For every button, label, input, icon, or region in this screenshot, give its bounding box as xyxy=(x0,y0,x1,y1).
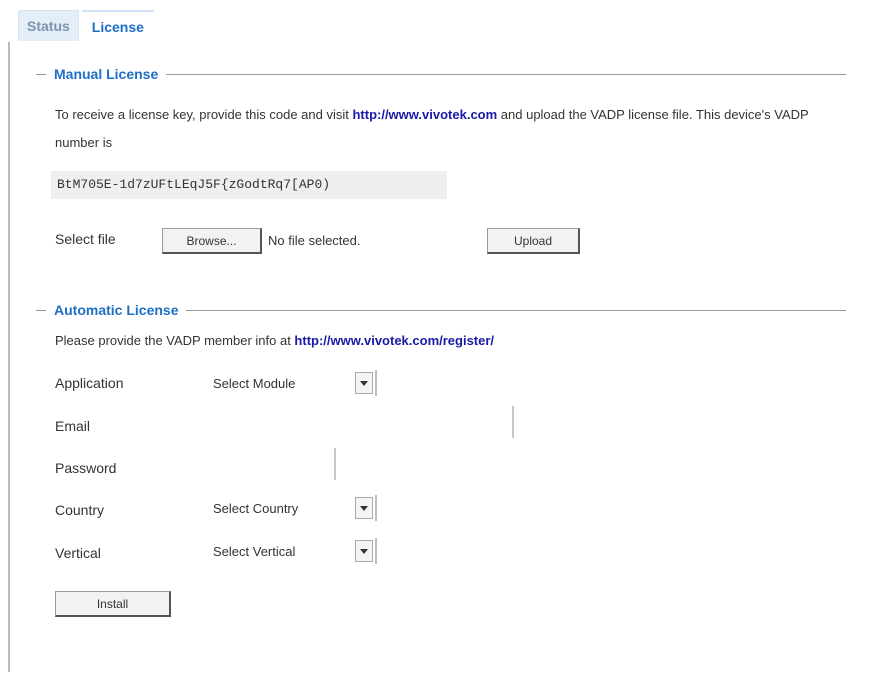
application-select-value: Select Module xyxy=(213,375,296,391)
email-label: Email xyxy=(55,418,91,434)
country-label: Country xyxy=(55,502,105,518)
chevron-down-icon[interactable] xyxy=(355,497,373,519)
tab-status[interactable]: Status xyxy=(18,10,79,41)
select-file-label: Select file xyxy=(55,231,116,247)
manual-license-title: Manual License xyxy=(54,66,159,82)
country-select-value: Select Country xyxy=(213,500,299,516)
automatic-license-title: Automatic License xyxy=(54,302,179,318)
vertical-select-value: Select Vertical xyxy=(213,543,296,559)
vivotek-register-link[interactable]: http://www.vivotek.com/register/ xyxy=(294,333,494,348)
upload-button[interactable]: Upload xyxy=(487,228,580,254)
country-select[interactable]: Select Country xyxy=(213,495,377,521)
vertical-label: Vertical xyxy=(55,545,101,561)
tab-license[interactable]: License xyxy=(81,10,154,42)
content-left-border xyxy=(8,42,10,672)
install-button[interactable]: Install xyxy=(55,591,171,617)
tab-bar: Status License xyxy=(18,10,154,42)
automatic-license-instructions: Please provide the VADP member info at h… xyxy=(55,333,495,348)
vadp-number: BtM705E-1d7zUFtLEqJ5F{zGodtRq7[AP0) xyxy=(51,171,447,199)
application-label: Application xyxy=(55,375,124,391)
application-select[interactable]: Select Module xyxy=(213,370,377,396)
vivotek-link[interactable]: http://www.vivotek.com xyxy=(352,107,497,122)
automatic-license-legend: Automatic License xyxy=(36,302,846,318)
vertical-select[interactable]: Select Vertical xyxy=(213,538,377,564)
password-label: Password xyxy=(55,460,117,476)
chevron-down-icon[interactable] xyxy=(355,540,373,562)
manual-license-instructions: To receive a license key, provide this c… xyxy=(55,107,809,150)
manual-license-legend: Manual License xyxy=(36,66,846,82)
browse-button[interactable]: Browse... xyxy=(162,228,262,254)
email-field[interactable] xyxy=(512,406,514,438)
chevron-down-icon[interactable] xyxy=(355,372,373,394)
password-field[interactable] xyxy=(334,448,336,480)
no-file-selected-text: No file selected. xyxy=(268,233,361,248)
